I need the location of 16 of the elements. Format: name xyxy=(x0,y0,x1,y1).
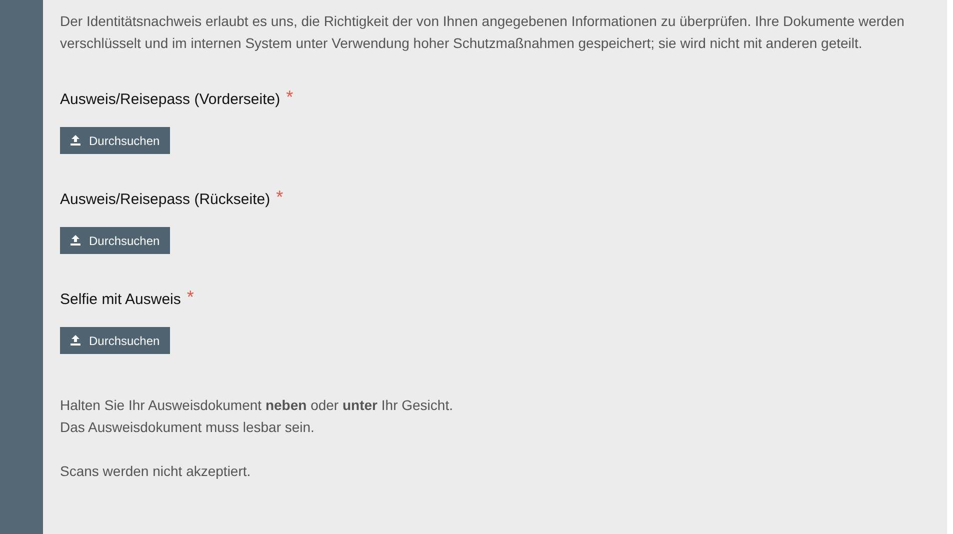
field-label: Ausweis/Reisepass (Rückseite) xyxy=(60,190,270,210)
note-text: Das Ausweisdokument muss lesbar sein. xyxy=(60,418,316,437)
upload-icon xyxy=(70,235,81,246)
upload-icon xyxy=(70,135,81,146)
required-mark: * xyxy=(186,289,194,305)
field-label: Selfie mit Ausweis xyxy=(60,290,181,310)
intro-text: Der Identitätsnachweis erlaubt es uns, die Richtigkeit der von Ihnen angegebenen Informationen zu überprüfen. Ihre Dokumente werden verschlüsselt und im internen System unter Verwendung hoher Schutzmaßnahmen gespeichert; sie wird nicht mit anderen geteilt. xyxy=(60,12,906,53)
note-text: Scans werden nicht akzeptiert. xyxy=(60,462,252,481)
browse-button[interactable]: Durchsuchen xyxy=(60,327,170,354)
note-text: Halten Sie Ihr Ausweisdokument neben oder unter Ihr Gesicht. xyxy=(60,396,454,415)
required-mark: * xyxy=(276,189,284,205)
browse-button[interactable]: Durchsuchen xyxy=(60,127,170,154)
required-mark: * xyxy=(286,89,294,105)
browse-button[interactable]: Durchsuchen xyxy=(60,227,170,254)
field-label: Ausweis/Reisepass (Vorderseite) xyxy=(60,90,280,110)
upload-icon xyxy=(70,335,81,346)
